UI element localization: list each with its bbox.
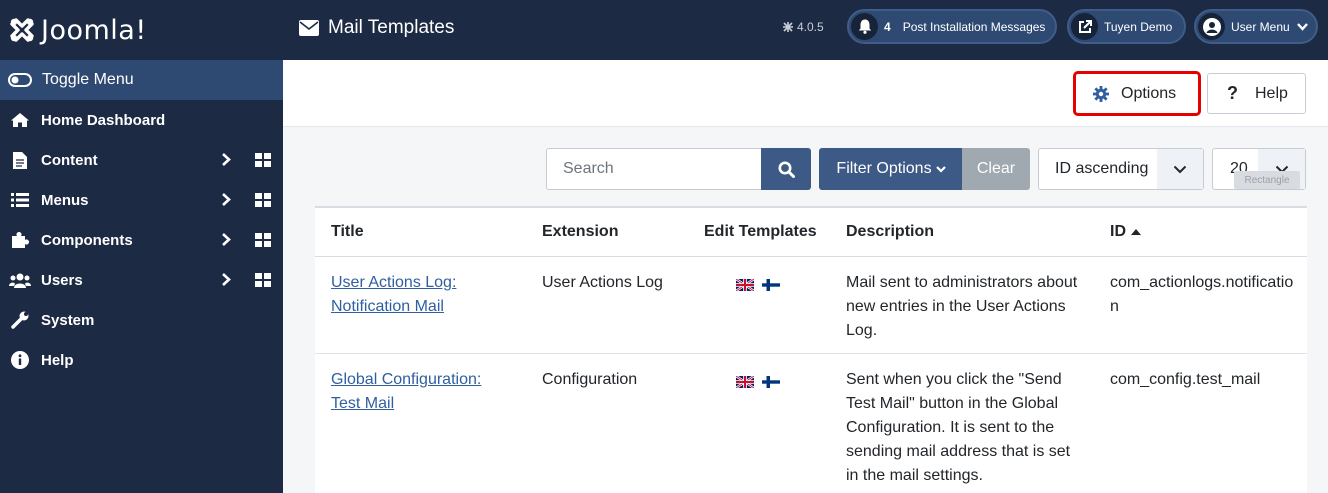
dashboard-grid-icon[interactable] <box>255 193 271 211</box>
edit-templates-flags <box>736 279 780 291</box>
dashboard-grid-icon[interactable] <box>255 233 271 251</box>
sidebar-item-label: Components <box>41 231 133 249</box>
sidebar-item-label: Users <box>41 271 83 289</box>
sidebar: Joomla! Toggle Menu Home Dashboard Conte… <box>0 0 283 493</box>
toggle-menu-label: Toggle Menu <box>42 71 134 88</box>
sidebar-item-users[interactable]: Users <box>0 260 283 300</box>
search-icon <box>778 161 795 178</box>
column-header-title[interactable]: Title <box>331 223 364 241</box>
joomla-logo[interactable]: Joomla! <box>0 0 283 60</box>
template-extension: User Actions Log <box>542 274 663 291</box>
question-icon: ? <box>1227 83 1238 103</box>
table-row: User Actions Log: Notification Mail User… <box>315 257 1307 354</box>
sidebar-item-help[interactable]: Help <box>0 340 283 380</box>
search-input[interactable] <box>546 148 762 190</box>
list-icon <box>9 193 31 207</box>
clear-label: Clear <box>976 160 1016 177</box>
template-description: Mail sent to administrators about new en… <box>846 274 1078 339</box>
home-icon <box>9 112 31 128</box>
search-button[interactable] <box>761 148 811 190</box>
options-button[interactable]: Options <box>1073 71 1201 116</box>
sidebar-item-label: Home Dashboard <box>41 111 166 129</box>
finland-flag-icon[interactable] <box>762 376 780 388</box>
version-text: 4.0.5 <box>797 20 824 34</box>
site-label: Tuyen Demo <box>1104 19 1173 34</box>
chevron-right-icon[interactable] <box>220 152 232 171</box>
clear-button[interactable]: Clear <box>962 148 1030 190</box>
wrench-icon <box>9 311 31 329</box>
uk-flag-icon[interactable] <box>736 376 754 388</box>
template-id: com_actionlogs.notification <box>1110 274 1294 315</box>
help-label: Help <box>1255 84 1288 102</box>
sidebar-item-system[interactable]: System <box>0 300 283 340</box>
sidebar-item-menus[interactable]: Menus <box>0 180 283 220</box>
sort-ascending-icon <box>1131 229 1141 235</box>
chevron-right-icon[interactable] <box>220 232 232 251</box>
user-menu-button[interactable]: User Menu <box>1194 9 1318 44</box>
sidebar-item-label: Content <box>41 151 98 169</box>
ordering-value: ID ascending <box>1055 160 1149 177</box>
filter-options-label: Filter Options <box>836 160 932 177</box>
tooltip: Rectangle <box>1234 171 1300 189</box>
mail-templates-table: Title Extension Edit Templates Descripti… <box>315 206 1307 493</box>
messages-count: 4 <box>884 19 891 34</box>
dashboard-grid-icon[interactable] <box>255 153 271 171</box>
header: Mail Templates 4.0.5 4 Post Installation… <box>283 0 1328 60</box>
toggle-icon <box>8 73 34 87</box>
chevron-down-icon <box>1296 22 1308 31</box>
view-site-button[interactable]: Tuyen Demo <box>1067 9 1186 44</box>
users-icon <box>9 273 31 288</box>
template-extension: Configuration <box>542 371 638 388</box>
external-link-icon <box>1071 13 1098 40</box>
post-installation-messages-button[interactable]: 4 Post Installation Messages <box>847 9 1057 44</box>
finland-flag-icon[interactable] <box>762 279 780 291</box>
table-header: Title Extension Edit Templates Descripti… <box>315 208 1307 257</box>
table-row: Global Configuration: Test Mail Configur… <box>315 354 1307 493</box>
user-menu-label: User Menu <box>1231 19 1290 34</box>
info-icon <box>9 351 31 369</box>
help-button[interactable]: ? Help <box>1207 73 1306 114</box>
column-header-id[interactable]: ID <box>1110 223 1141 241</box>
bell-icon <box>851 13 878 40</box>
column-header-description[interactable]: Description <box>846 223 934 241</box>
edit-templates-flags <box>736 376 780 388</box>
brand-name: Joomla! <box>41 14 147 46</box>
dashboard-grid-icon[interactable] <box>255 273 271 291</box>
sidebar-item-label: Help <box>41 351 74 369</box>
filter-options-button[interactable]: Filter Options <box>819 148 963 190</box>
joomla-logo-icon <box>7 15 37 45</box>
template-title-link[interactable]: User Actions Log: Notification Mail <box>331 274 456 315</box>
chevron-right-icon[interactable] <box>220 192 232 211</box>
template-description: Sent when you click the "Send Test Mail"… <box>846 371 1071 484</box>
template-id: com_config.test_mail <box>1110 371 1261 388</box>
joomla-small-icon <box>783 22 793 32</box>
toolbar: Options ? Help <box>283 60 1328 127</box>
page-title-text: Mail Templates <box>328 17 455 38</box>
toggle-menu-button[interactable]: Toggle Menu <box>0 60 283 100</box>
options-label: Options <box>1121 84 1177 102</box>
column-header-extension[interactable]: Extension <box>542 223 618 241</box>
sidebar-item-home-dashboard[interactable]: Home Dashboard <box>0 100 283 140</box>
sidebar-item-label: Menus <box>41 191 89 209</box>
puzzle-icon <box>9 231 31 249</box>
messages-label: Post Installation Messages <box>902 19 1046 34</box>
chevron-down-icon <box>1157 149 1203 189</box>
sidebar-item-components[interactable]: Components <box>0 220 283 260</box>
gear-icon <box>1093 85 1109 102</box>
caret-down-icon <box>935 165 946 173</box>
file-icon <box>9 151 31 169</box>
template-title-link[interactable]: Global Configuration: Test Mail <box>331 371 481 412</box>
uk-flag-icon[interactable] <box>736 279 754 291</box>
sidebar-item-content[interactable]: Content <box>0 140 283 180</box>
page-title: Mail Templates <box>299 17 454 39</box>
version-badge: 4.0.5 <box>783 20 824 34</box>
user-avatar-icon <box>1198 13 1225 40</box>
chevron-right-icon[interactable] <box>220 272 232 291</box>
ordering-select[interactable]: ID ascending <box>1038 148 1204 190</box>
column-header-id-label: ID <box>1110 223 1126 240</box>
envelope-icon <box>299 20 319 36</box>
column-header-edit-templates: Edit Templates <box>704 223 817 240</box>
sidebar-item-label: System <box>41 311 95 329</box>
